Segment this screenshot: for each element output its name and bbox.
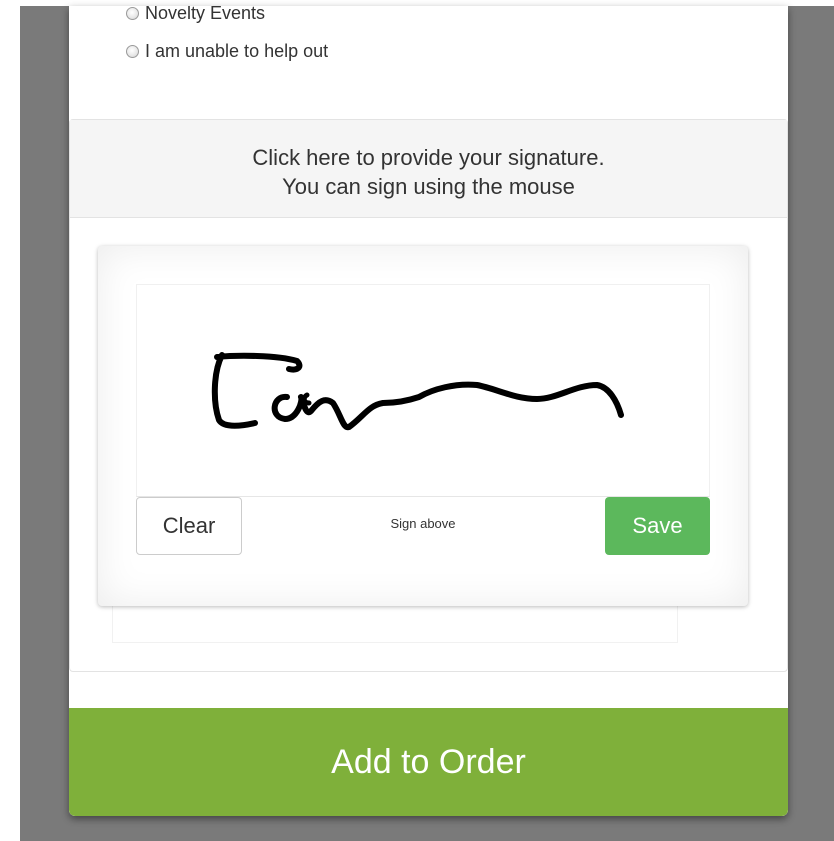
signature-prompt-line2: You can sign using the mouse <box>282 174 575 199</box>
radio-button[interactable] <box>126 44 139 58</box>
radio-button[interactable] <box>126 6 139 20</box>
sign-above-hint: Sign above <box>390 516 456 531</box>
save-button[interactable]: Save <box>605 497 710 555</box>
option-label: I am unable to help out <box>145 40 329 61</box>
signature-stroke <box>211 352 624 431</box>
signature-canvas[interactable] <box>136 284 710 497</box>
clear-button[interactable]: Clear <box>136 497 242 555</box>
add-to-order-button[interactable]: Add to Order <box>69 708 788 816</box>
signature-prompt[interactable]: Click here to provide your signature. Yo… <box>70 120 787 218</box>
option-unable-to-help[interactable]: I am unable to help out <box>126 40 328 62</box>
option-novelty-events[interactable]: Novelty Events <box>126 6 265 24</box>
option-label: Novelty Events <box>145 6 266 23</box>
signature-prompt-line1: Click here to provide your signature. <box>252 145 605 170</box>
order-modal: Novelty Events I am unable to help out C… <box>69 6 788 816</box>
signature-pad: Clear Sign above Save <box>98 246 748 606</box>
signature-panel: Click here to provide your signature. Yo… <box>69 119 788 672</box>
